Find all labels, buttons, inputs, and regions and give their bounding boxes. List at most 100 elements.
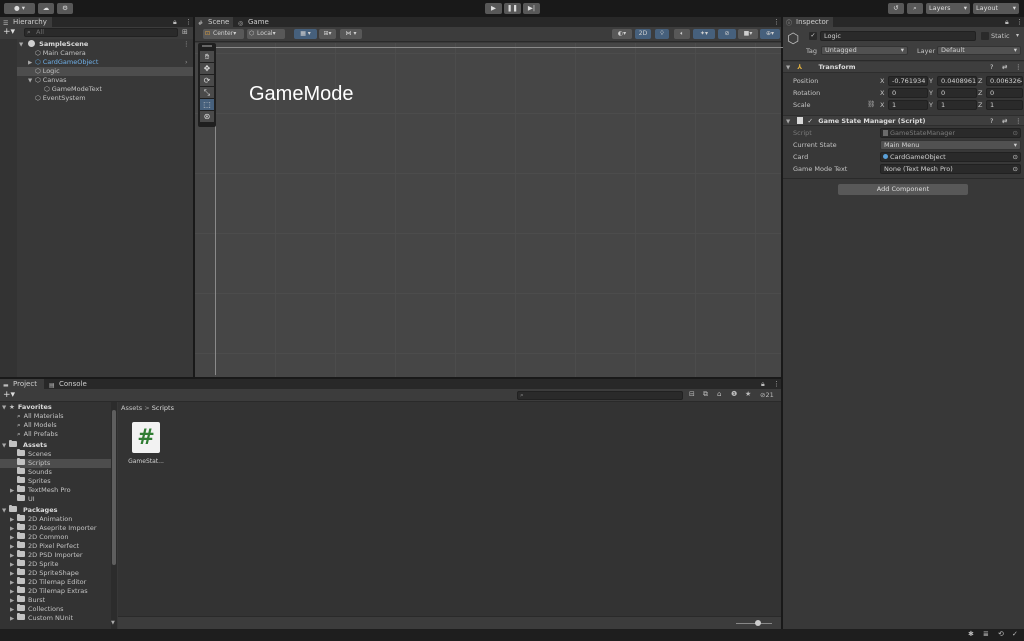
layout-dropdown[interactable]: Layout ▾ xyxy=(973,3,1019,14)
hierarchy-item[interactable]: ▼ ⬡ Canvas xyxy=(17,76,193,85)
filter-icon[interactable]: ⊞ xyxy=(182,27,188,38)
snap-increment-button[interactable]: ⊞▾ xyxy=(319,29,336,39)
kebab-menu-icon[interactable]: ⋮ xyxy=(185,17,192,27)
rotation-y-field[interactable]: 0 xyxy=(937,88,977,98)
tree-item[interactable]: ⌕ All Prefabs xyxy=(0,430,111,439)
toggle-2d-button[interactable]: 2D xyxy=(635,29,651,39)
tree-scrollbar-thumb[interactable] xyxy=(112,410,116,565)
bug-icon[interactable]: ✱ xyxy=(968,630,974,638)
game-mode-text[interactable]: GameMode xyxy=(249,83,354,106)
hidden-count[interactable]: ⊘21 xyxy=(760,390,774,401)
lock-icon[interactable]: 🔒︎ xyxy=(1005,17,1009,27)
presets-icon[interactable]: ⇄ xyxy=(1002,62,1007,73)
hierarchy-item[interactable]: ⬡ Main Camera xyxy=(17,49,193,58)
progress-icon[interactable]: ⟲ xyxy=(998,630,1004,638)
script-component-header[interactable]: ▼ ✓ Game State Manager (Script) ? ⇄ ⋮ xyxy=(783,115,1024,126)
constrain-proportions-icon[interactable]: ⛓︎ xyxy=(867,100,875,108)
layers-dropdown[interactable]: Layers ▾ xyxy=(926,3,970,14)
tab-inspector[interactable]: ⓘ Inspector xyxy=(783,17,833,27)
position-z-axis-label[interactable]: Z xyxy=(978,76,982,86)
settings-button[interactable]: ⚙ xyxy=(57,3,73,14)
active-checkbox[interactable]: ✓ xyxy=(809,32,817,40)
kebab-menu-icon[interactable]: ⋮ xyxy=(183,40,190,49)
rotation-x-field[interactable]: 0 xyxy=(888,88,928,98)
tab-project[interactable]: ▬ Project xyxy=(0,379,44,389)
rotate-tool-button[interactable]: ⟳ xyxy=(200,75,214,86)
presets-icon[interactable]: ⇄ xyxy=(1002,116,1007,127)
add-component-button[interactable]: Add Component xyxy=(838,184,968,195)
pause-button[interactable]: ❚❚ xyxy=(504,3,521,14)
scale-x-axis-label[interactable]: X xyxy=(880,100,884,110)
position-y-axis-label[interactable]: Y xyxy=(929,76,933,86)
tree-item[interactable]: ▶ Custom NUnit xyxy=(0,612,111,623)
effects-dropdown[interactable]: ✦▾ xyxy=(693,29,715,39)
move-tool-button[interactable]: ✥ xyxy=(200,63,214,74)
assets-header[interactable]: ▼ Assets xyxy=(2,439,47,450)
play-button[interactable]: ▶ xyxy=(485,3,502,14)
audio-toggle[interactable]: 🔈︎ xyxy=(674,29,690,39)
scale-z-field[interactable]: 1 xyxy=(986,100,1023,110)
kebab-menu-icon[interactable]: ⋮ xyxy=(1015,62,1022,73)
tree-item[interactable]: ⌕ All Models xyxy=(0,421,111,430)
database-icon[interactable]: ≣ xyxy=(983,630,989,638)
transform-tool-button[interactable]: ⊛ xyxy=(200,111,214,122)
gizmos-dropdown[interactable]: ⊕▾ xyxy=(760,29,780,39)
add-icon[interactable]: +▾ xyxy=(3,27,15,38)
hand-tool-button[interactable]: ✋︎ xyxy=(200,51,214,62)
hierarchy-item[interactable]: ⬡ GameModeText xyxy=(17,85,193,94)
tab-hierarchy[interactable]: ☰ Hierarchy xyxy=(0,17,52,27)
position-x-field[interactable]: -0.761934 xyxy=(888,76,928,86)
rotation-x-axis-label[interactable]: X xyxy=(880,88,884,98)
hierarchy-item[interactable]: ▶ ⬡ CardGameObject › xyxy=(17,58,193,67)
static-dropdown-icon[interactable]: ▾ xyxy=(1016,32,1019,39)
draw-mode-dropdown[interactable]: ◐▾ xyxy=(612,29,632,39)
breadcrumb-assets[interactable]: Assets xyxy=(121,404,142,412)
visibility-toggle[interactable]: ⊘ xyxy=(718,29,736,39)
tree-item[interactable]: ⌕ All Materials xyxy=(0,412,111,421)
game-mode-text-field[interactable]: None (Text Mesh Pro) ⊙ xyxy=(880,164,1021,174)
pivot-center-dropdown[interactable]: ⊡ Center▾ xyxy=(203,29,244,39)
tag-dropdown[interactable]: Untagged ▾ xyxy=(821,46,908,55)
card-object-field[interactable]: CardGameObject ⊙ xyxy=(880,152,1021,162)
project-search-input[interactable]: ⌕ xyxy=(517,391,683,400)
scene-viewport[interactable]: GameMode ✋︎ ✥ ⟳ ⤡ ⬚ ⊛ xyxy=(195,43,783,377)
lock-icon[interactable]: 🔒︎ xyxy=(173,17,177,27)
object-picker-icon[interactable]: ⊙ xyxy=(1013,165,1018,173)
tab-scene[interactable]: # Scene xyxy=(195,17,233,27)
lock-icon[interactable]: 🔒︎ xyxy=(761,379,765,389)
tree-item[interactable]: UI xyxy=(0,493,111,504)
favorite-star-icon[interactable]: ★ xyxy=(745,390,751,398)
tree-scrollbar[interactable]: ▼ xyxy=(111,402,117,629)
checkmark-icon[interactable]: ✓ xyxy=(1012,630,1018,638)
current-state-dropdown[interactable]: Main Menu ▾ xyxy=(880,140,1021,150)
tab-game[interactable]: ◎ Game xyxy=(235,17,273,27)
history-button[interactable]: ↺ xyxy=(888,3,904,14)
rotation-y-axis-label[interactable]: Y xyxy=(929,88,933,98)
kebab-menu-icon[interactable]: ⋮ xyxy=(1016,17,1023,27)
kebab-menu-icon[interactable]: ⋮ xyxy=(773,379,780,389)
hierarchy-search-input[interactable]: ⌕ All xyxy=(24,28,178,37)
space-local-dropdown[interactable]: ⬡ Local▾ xyxy=(247,29,285,39)
rotation-z-field[interactable]: 0 xyxy=(986,88,1023,98)
prefab-open-arrow-icon[interactable]: › xyxy=(185,58,188,67)
static-checkbox[interactable] xyxy=(981,32,989,40)
position-y-field[interactable]: 0.0408961 xyxy=(937,76,977,86)
object-name-input[interactable]: Logic xyxy=(820,31,976,41)
cloud-button[interactable]: ☁ xyxy=(38,3,54,14)
object-picker-icon[interactable]: ⊙ xyxy=(1013,153,1018,161)
hidden-packages-icon[interactable]: ❶ xyxy=(731,390,737,398)
position-z-field[interactable]: 0.0063264 xyxy=(986,76,1023,86)
hierarchy-item[interactable]: ⬡ EventSystem xyxy=(17,94,193,103)
scale-z-axis-label[interactable]: Z xyxy=(978,100,982,110)
hierarchy-item[interactable]: ⬡ Logic xyxy=(17,67,193,76)
tag-icon[interactable]: ⌂ xyxy=(717,390,721,398)
search-by-label-icon[interactable]: ⧉ xyxy=(703,390,708,399)
position-x-axis-label[interactable]: X xyxy=(880,76,884,86)
camera-dropdown[interactable]: ■▾ xyxy=(738,29,758,39)
lighting-toggle[interactable]: 💡︎ xyxy=(655,29,669,39)
enabled-checkbox[interactable]: ✓ xyxy=(808,117,813,125)
scene-row[interactable]: ▼ SampleScene ⋮ xyxy=(19,40,190,49)
tab-console[interactable]: ▤ Console xyxy=(46,379,92,389)
scroll-down-arrow-icon[interactable]: ▼ xyxy=(111,620,115,626)
rotation-z-axis-label[interactable]: Z xyxy=(978,88,982,98)
